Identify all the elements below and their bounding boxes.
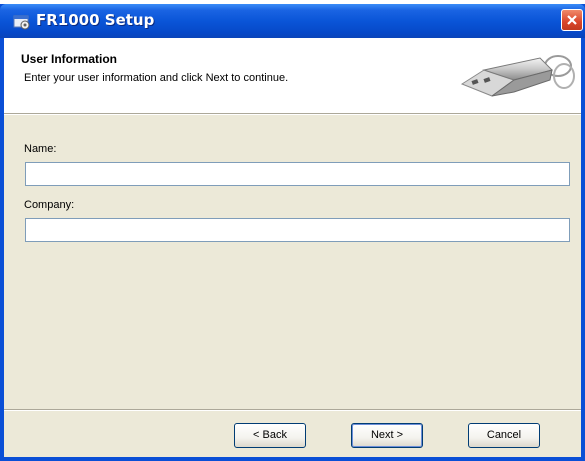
dialog-client-area: User Information Enter your user informa… [4,38,581,461]
window-title: FR1000 Setup [36,11,155,29]
setup-window: FR1000 Setup User Information Enter your… [0,4,585,461]
footer-divider [4,409,581,411]
setup-icon [13,14,31,30]
back-button[interactable]: < Back [234,423,306,448]
company-field[interactable] [25,218,570,242]
window-border-bottom [0,457,585,461]
window-border-left [0,38,4,461]
close-icon [567,15,577,25]
title-bar[interactable]: FR1000 Setup [0,4,585,38]
next-button[interactable]: Next > [351,423,423,448]
window-border-right [581,38,585,461]
usb-drive-image [460,55,575,97]
name-label: Name: [24,143,57,155]
close-button[interactable] [561,9,583,31]
page-title: User Information [21,52,118,66]
company-label: Company: [24,199,75,211]
cancel-button[interactable]: Cancel [468,423,540,448]
page-subtitle: Enter your user information and click Ne… [24,72,289,84]
wizard-header: User Information Enter your user informa… [4,38,581,113]
header-divider [4,113,581,115]
name-field[interactable] [25,162,570,186]
